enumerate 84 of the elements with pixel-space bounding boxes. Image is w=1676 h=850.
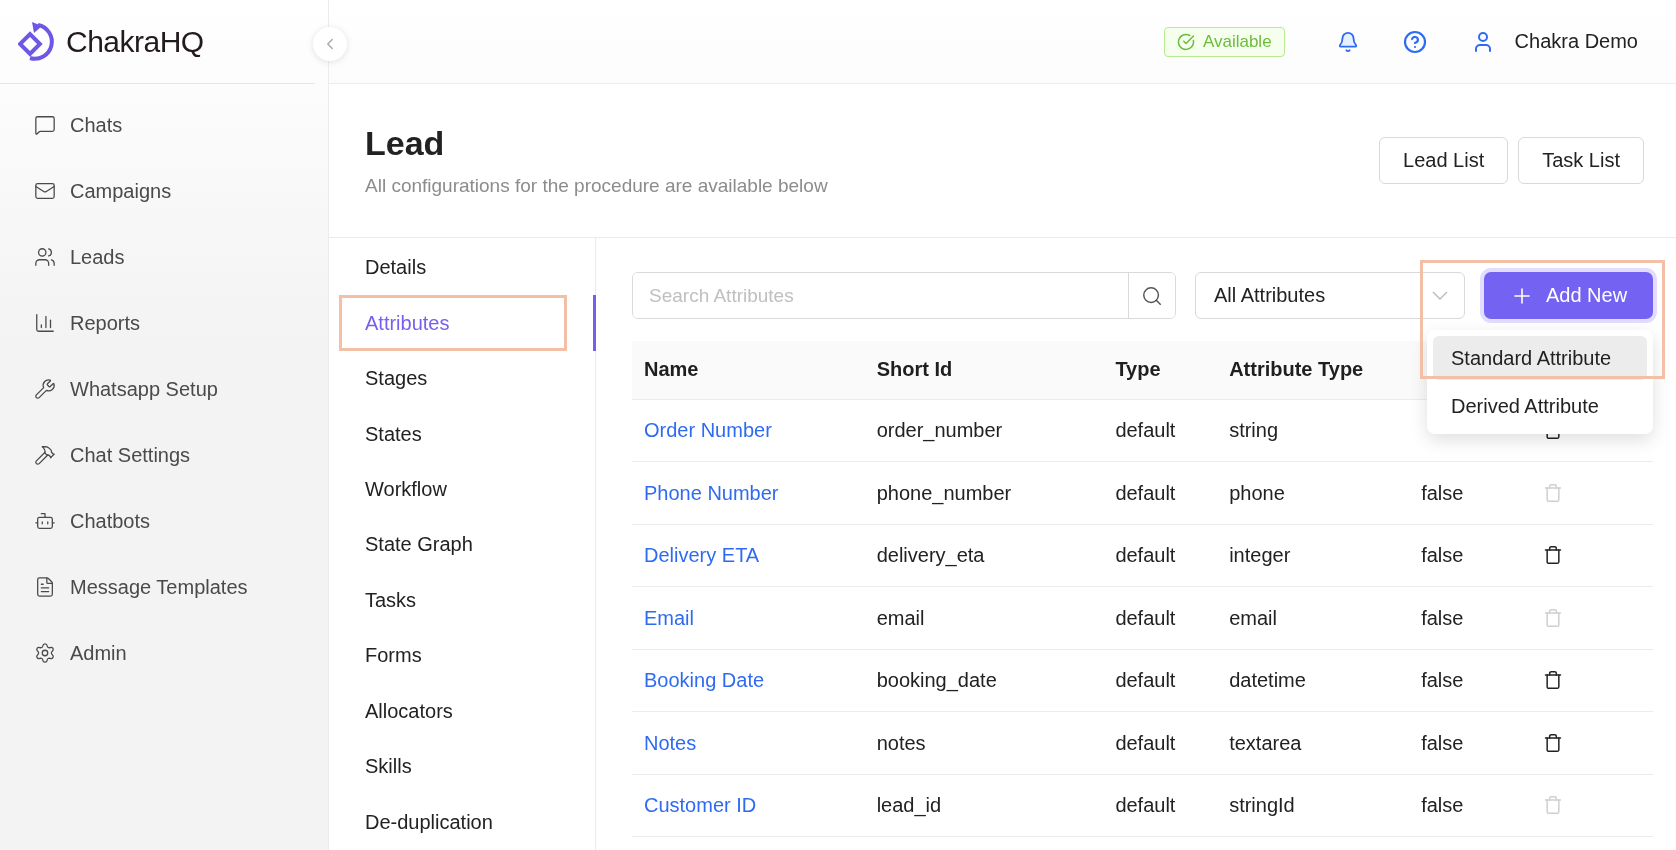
sidebar-item[interactable]: Leads bbox=[0, 224, 328, 290]
search-icon bbox=[1141, 284, 1163, 307]
header-button[interactable]: Task List bbox=[1518, 137, 1644, 184]
table-cell: false bbox=[1409, 711, 1532, 774]
column-header: Type bbox=[1103, 341, 1218, 399]
table-cell: notes bbox=[864, 711, 1104, 774]
section-tab[interactable]: Allocators bbox=[329, 683, 596, 740]
brand-name: ChakraHQ bbox=[66, 24, 204, 59]
attribute-name-link[interactable]: Notes bbox=[644, 731, 697, 754]
sidebar-item[interactable]: Chats bbox=[0, 92, 328, 158]
section-tab[interactable]: Stages bbox=[329, 350, 596, 407]
column-header: Short Id bbox=[864, 341, 1104, 399]
table-cell: false bbox=[1409, 461, 1532, 524]
attribute-name-link[interactable]: Delivery ETA bbox=[644, 544, 760, 567]
settings-icon bbox=[34, 642, 56, 664]
chevron-down-icon bbox=[1432, 291, 1448, 300]
table-cell: default bbox=[1103, 649, 1218, 712]
people-icon bbox=[34, 246, 56, 268]
section-tab[interactable]: State Graph bbox=[329, 517, 596, 573]
attribute-filter-dropdown[interactable]: All Attributes bbox=[1195, 272, 1465, 319]
sidebar-item[interactable]: Chat Settings bbox=[0, 422, 328, 488]
column-header: Name bbox=[632, 341, 865, 399]
attribute-name-link[interactable]: Email bbox=[644, 606, 694, 629]
attribute-name-link[interactable]: Phone Number bbox=[644, 481, 779, 504]
table-cell: phone bbox=[1217, 461, 1410, 524]
sidebar-item[interactable]: Campaigns bbox=[0, 158, 328, 224]
table-cell: stringId bbox=[1217, 774, 1410, 837]
user-name[interactable]: Chakra Demo bbox=[1514, 30, 1638, 53]
attribute-name-link[interactable]: Order Number bbox=[644, 419, 772, 442]
sidebar-item[interactable]: Admin bbox=[0, 620, 328, 686]
section-tab[interactable]: Attributes bbox=[329, 295, 596, 351]
delete-button[interactable] bbox=[1543, 670, 1564, 691]
table-cell: order_number bbox=[864, 399, 1104, 462]
section-tab[interactable]: Skills bbox=[329, 739, 596, 795]
table-cell: string bbox=[1217, 399, 1410, 462]
page-subtitle: All configurations for the procedure are available below bbox=[365, 175, 828, 197]
section-tab[interactable]: De-duplication bbox=[329, 794, 596, 850]
section-tab[interactable]: States bbox=[329, 406, 596, 462]
check-icon bbox=[1176, 32, 1195, 51]
document-icon bbox=[34, 576, 56, 598]
help-button[interactable] bbox=[1402, 29, 1427, 54]
robot-icon bbox=[34, 510, 56, 532]
envelope-icon bbox=[34, 180, 56, 202]
hammer-icon bbox=[34, 444, 56, 466]
table-cell: false bbox=[1409, 649, 1532, 712]
delete-button[interactable] bbox=[1543, 732, 1564, 753]
table-cell: booking_date bbox=[864, 649, 1104, 712]
sidebar-item[interactable]: Message Templates bbox=[0, 554, 328, 620]
column-header: Attribute Type bbox=[1217, 341, 1410, 399]
table-cell: default bbox=[1103, 711, 1218, 774]
sidebar-item[interactable]: Reports bbox=[0, 290, 328, 356]
notification-button[interactable] bbox=[1336, 30, 1359, 53]
table-cell: false bbox=[1409, 586, 1532, 649]
table-cell: default bbox=[1103, 461, 1218, 524]
table-cell: false bbox=[1409, 524, 1532, 587]
sidebar-item[interactable]: Whatsapp Setup bbox=[0, 356, 328, 422]
table-cell: email bbox=[1217, 586, 1410, 649]
table-cell: default bbox=[1103, 586, 1218, 649]
attribute-name-link[interactable]: Booking Date bbox=[644, 669, 765, 692]
section-tab[interactable]: Details bbox=[329, 240, 596, 296]
table-cell: delivery_eta bbox=[864, 524, 1104, 587]
search-button[interactable] bbox=[1128, 273, 1175, 318]
wrench-icon bbox=[34, 378, 56, 400]
table-cell: textarea bbox=[1217, 711, 1410, 774]
table-cell: integer bbox=[1217, 524, 1410, 587]
sidebar-item[interactable]: Chatbots bbox=[0, 488, 328, 554]
table-cell: default bbox=[1103, 399, 1218, 462]
delete-button[interactable] bbox=[1543, 545, 1564, 566]
table-cell: datetime bbox=[1217, 649, 1410, 712]
bar-chart-icon bbox=[34, 312, 56, 334]
table-cell: default bbox=[1103, 524, 1218, 587]
menu-item[interactable]: Standard Attribute bbox=[1433, 336, 1647, 380]
section-tab[interactable]: Tasks bbox=[329, 572, 596, 629]
table-cell: default bbox=[1103, 774, 1218, 837]
page-title: Lead bbox=[365, 124, 446, 163]
section-tab[interactable]: Workflow bbox=[329, 461, 596, 518]
header-button[interactable]: Lead List bbox=[1379, 137, 1509, 184]
table-cell: email bbox=[864, 586, 1104, 649]
table-cell: false bbox=[1409, 774, 1532, 837]
section-tab[interactable]: Forms bbox=[329, 628, 596, 684]
table-cell: lead_id bbox=[864, 774, 1104, 837]
attribute-name-link[interactable]: Customer ID bbox=[644, 794, 757, 817]
table-cell: phone_number bbox=[864, 461, 1104, 524]
chat-bubble-icon bbox=[34, 114, 56, 136]
